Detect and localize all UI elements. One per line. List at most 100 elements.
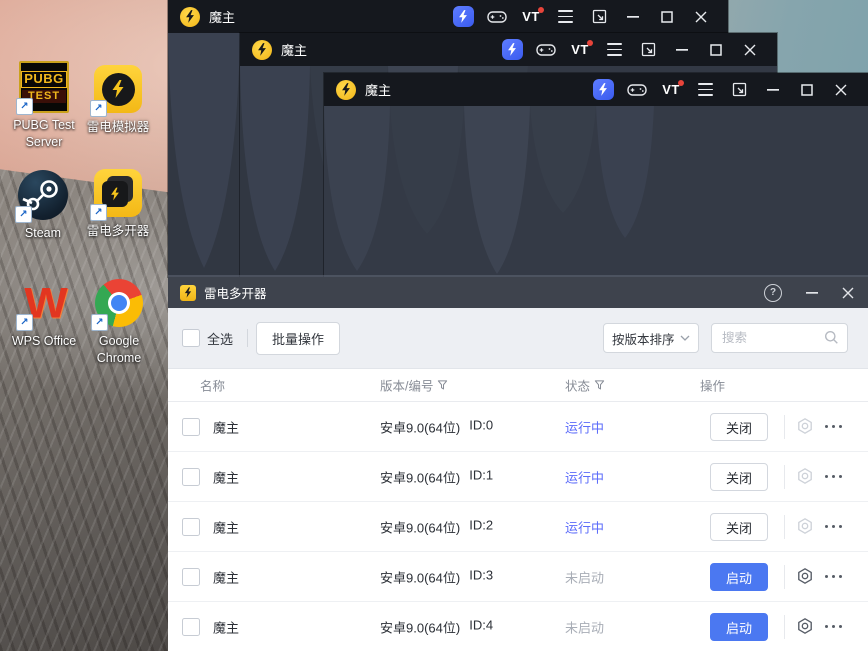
col-header-operation: 操作 — [700, 379, 726, 394]
new-window-button[interactable] — [722, 73, 756, 106]
settings-gear-icon[interactable] — [796, 517, 814, 540]
wps-icon: W ↗ — [16, 278, 69, 331]
stop-instance-button[interactable]: 关闭 — [710, 513, 768, 541]
maximize-button[interactable] — [650, 0, 684, 33]
menu-button[interactable] — [688, 73, 722, 106]
search-icon — [825, 331, 838, 344]
settings-gear-icon[interactable] — [796, 467, 814, 490]
maximize-icon — [801, 83, 813, 96]
ldplayer-icon: ↗ — [90, 64, 143, 117]
row-checkbox[interactable] — [182, 618, 200, 636]
select-all-checkbox[interactable] — [182, 329, 200, 347]
gamepad-button[interactable] — [620, 73, 654, 106]
search-box — [711, 323, 848, 353]
instance-name: 魔主 — [213, 570, 240, 585]
minimize-button[interactable] — [616, 0, 650, 33]
chrome-icon: ↗ — [91, 278, 144, 331]
row-checkbox[interactable] — [182, 468, 200, 486]
desktop-icon-ld-multiplayer[interactable]: ↗ 雷电多开器 — [86, 168, 150, 240]
desktop-icon-label: Steam — [24, 226, 62, 240]
minimize-button[interactable] — [756, 73, 790, 106]
maximize-button[interactable] — [699, 33, 733, 66]
minimize-button[interactable] — [806, 291, 818, 294]
vt-button[interactable]: VT — [563, 33, 597, 66]
new-window-icon — [592, 9, 606, 24]
shortcut-arrow-icon: ↗ — [90, 204, 107, 221]
desktop-icon-steam[interactable]: ↗ Steam — [10, 170, 76, 242]
shortcut-arrow-icon: ↗ — [16, 98, 33, 115]
lightning-icon — [452, 6, 474, 27]
row-checkbox[interactable] — [182, 418, 200, 436]
start-instance-button[interactable]: 启动 — [710, 613, 768, 641]
emulator-loading-art — [324, 106, 868, 277]
desktop-icon-label: WPS Office — [11, 334, 77, 348]
ldplayer-logo-icon — [336, 79, 356, 100]
more-options-icon[interactable] — [825, 475, 842, 478]
manager-titlebar[interactable]: 雷电多开器 ? — [168, 277, 868, 308]
boost-mode-button[interactable] — [446, 0, 480, 33]
sort-dropdown[interactable]: 按版本排序 — [603, 323, 699, 353]
instance-status: 未启动 — [565, 620, 605, 635]
stop-instance-button[interactable]: 关闭 — [710, 463, 768, 491]
window-title: 魔主 — [281, 43, 308, 58]
minimize-button[interactable] — [665, 33, 699, 66]
row-checkbox[interactable] — [182, 518, 200, 536]
filter-icon[interactable] — [437, 380, 448, 391]
more-options-icon[interactable] — [825, 525, 842, 528]
settings-gear-icon[interactable] — [796, 567, 814, 590]
menu-button[interactable] — [597, 33, 631, 66]
maximize-icon — [710, 43, 722, 56]
instance-status: 运行中 — [565, 470, 605, 485]
more-options-icon[interactable] — [825, 625, 842, 628]
close-button[interactable] — [824, 73, 858, 106]
pubg-icon: PUBG TEST ↗ — [16, 61, 69, 115]
desktop-icon-label: PUBG Test Server — [13, 118, 75, 149]
more-options-icon[interactable] — [825, 575, 842, 578]
filter-icon[interactable] — [594, 380, 605, 391]
boost-mode-button[interactable] — [586, 73, 620, 106]
gamepad-button[interactable] — [529, 33, 563, 66]
stop-instance-button[interactable]: 关闭 — [710, 413, 768, 441]
desktop-icon-ldplayer[interactable]: ↗ 雷电模拟器 — [86, 64, 150, 136]
help-icon[interactable]: ? — [764, 283, 782, 302]
desktop-icon-pubg-test-server[interactable]: PUBG TEST ↗ PUBG Test Server — [6, 61, 82, 151]
window-title: 魔主 — [209, 10, 236, 25]
desktop-icon-label: 雷电模拟器 — [86, 120, 150, 134]
maximize-icon — [661, 10, 673, 23]
emulator-window-3: 魔主 VT — [324, 73, 868, 277]
minimize-icon — [767, 88, 779, 91]
close-icon — [744, 44, 756, 55]
emulator-titlebar[interactable]: 魔主 VT — [240, 33, 777, 66]
col-header-status: 状态 — [565, 376, 605, 395]
settings-gear-icon[interactable] — [796, 617, 814, 640]
new-window-button[interactable] — [631, 33, 665, 66]
minimize-icon — [627, 15, 639, 18]
close-button[interactable] — [733, 33, 767, 66]
new-window-button[interactable] — [582, 0, 616, 33]
vt-button[interactable]: VT — [514, 0, 548, 33]
gamepad-button[interactable] — [480, 0, 514, 33]
close-button[interactable] — [842, 287, 854, 299]
row-divider — [784, 615, 785, 639]
start-instance-button[interactable]: 启动 — [710, 563, 768, 591]
emulator-titlebar[interactable]: 魔主 VT — [168, 0, 728, 33]
boost-mode-button[interactable] — [495, 33, 529, 66]
batch-operation-button[interactable]: 批量操作 — [256, 321, 341, 355]
vt-button[interactable]: VT — [654, 73, 688, 106]
row-checkbox[interactable] — [182, 568, 200, 586]
emulator-content — [324, 106, 868, 277]
close-button[interactable] — [684, 0, 718, 33]
instance-name: 魔主 — [213, 620, 240, 635]
gamepad-icon — [487, 10, 507, 23]
instance-row: 魔主 安卓9.0(64位) ID:3 未启动 启动 — [168, 552, 868, 602]
desktop-icon-google-chrome[interactable]: ↗ Google Chrome — [84, 278, 154, 367]
emulator-titlebar[interactable]: 魔主 VT — [324, 73, 868, 106]
col-header-version: 版本/编号 — [380, 376, 448, 395]
select-all-label: 全选 — [207, 331, 234, 347]
desktop-icon-wps-office[interactable]: W ↗ WPS Office — [6, 278, 82, 350]
notification-dot — [587, 40, 593, 46]
menu-button[interactable] — [548, 0, 582, 33]
more-options-icon[interactable] — [825, 425, 842, 428]
settings-gear-icon[interactable] — [796, 417, 814, 440]
maximize-button[interactable] — [790, 73, 824, 106]
